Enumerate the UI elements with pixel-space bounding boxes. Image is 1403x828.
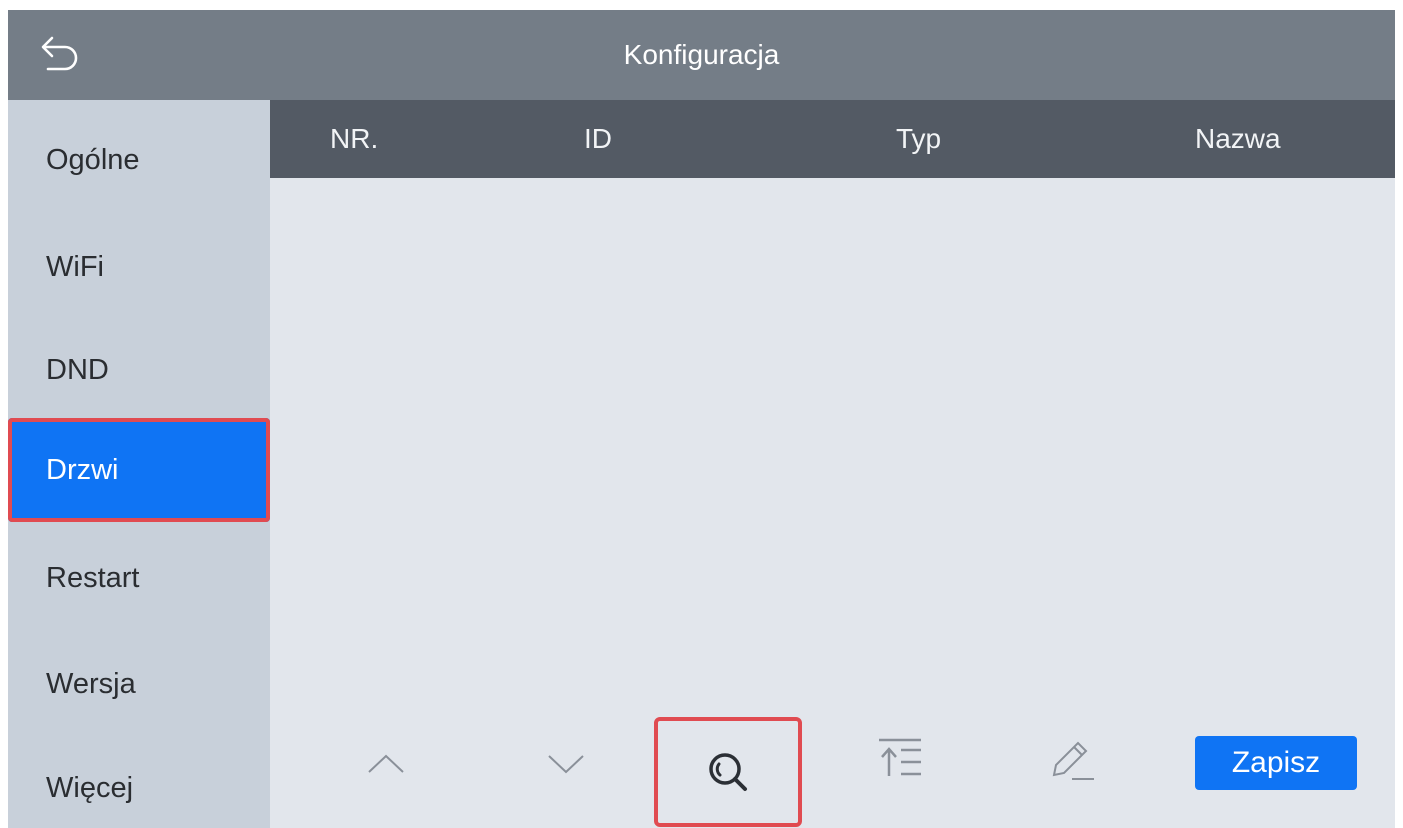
- sidebar-item-dnd[interactable]: DND: [8, 320, 270, 420]
- chevron-down-icon: [548, 755, 584, 774]
- sidebar-item-label: Wersja: [46, 667, 136, 700]
- sidebar-item-wifi[interactable]: WiFi: [8, 217, 270, 317]
- device-screen: Konfiguracja Ogólne WiFi DND Drzwi Resta…: [8, 10, 1395, 828]
- table-header: NR. ID Typ Nazwa: [270, 100, 1395, 178]
- sidebar: Ogólne WiFi DND Drzwi Restart Wersja Wię…: [8, 100, 270, 828]
- sidebar-item-label: Drzwi: [46, 453, 119, 486]
- sidebar-item-wiecej[interactable]: Więcej: [8, 738, 270, 828]
- sidebar-item-label: Ogólne: [46, 143, 140, 176]
- back-button[interactable]: [30, 24, 92, 86]
- sidebar-item-restart[interactable]: Restart: [8, 528, 270, 628]
- sidebar-item-ogolne[interactable]: Ogólne: [8, 110, 270, 210]
- sidebar-item-label: Więcej: [46, 771, 134, 804]
- column-header-id: ID: [584, 123, 612, 154]
- pencil-icon: [1052, 741, 1094, 780]
- save-button[interactable]: Zapisz: [1195, 736, 1357, 790]
- sidebar-item-label: Restart: [46, 561, 140, 594]
- door-list-area: [270, 178, 1395, 828]
- column-header-nr: NR.: [330, 123, 379, 154]
- move-up-button[interactable]: [360, 742, 412, 786]
- move-down-button[interactable]: [540, 742, 592, 786]
- search-icon: [709, 753, 747, 791]
- sidebar-item-drzwi[interactable]: Drzwi: [8, 418, 270, 522]
- sidebar-item-wersja[interactable]: Wersja: [8, 634, 270, 734]
- back-arrow-icon: [41, 36, 78, 71]
- top-bar: Konfiguracja: [8, 10, 1395, 100]
- move-to-top-icon: [879, 738, 921, 776]
- sidebar-item-label: DND: [46, 353, 109, 386]
- column-header-type: Typ: [896, 123, 942, 154]
- page-title: Konfiguracja: [623, 39, 780, 70]
- search-button[interactable]: [654, 717, 802, 827]
- sidebar-item-label: WiFi: [46, 250, 104, 283]
- chevron-up-icon: [368, 754, 404, 773]
- move-to-top-button[interactable]: [872, 732, 928, 784]
- edit-button[interactable]: [1043, 732, 1099, 786]
- column-header-name: Nazwa: [1195, 123, 1281, 154]
